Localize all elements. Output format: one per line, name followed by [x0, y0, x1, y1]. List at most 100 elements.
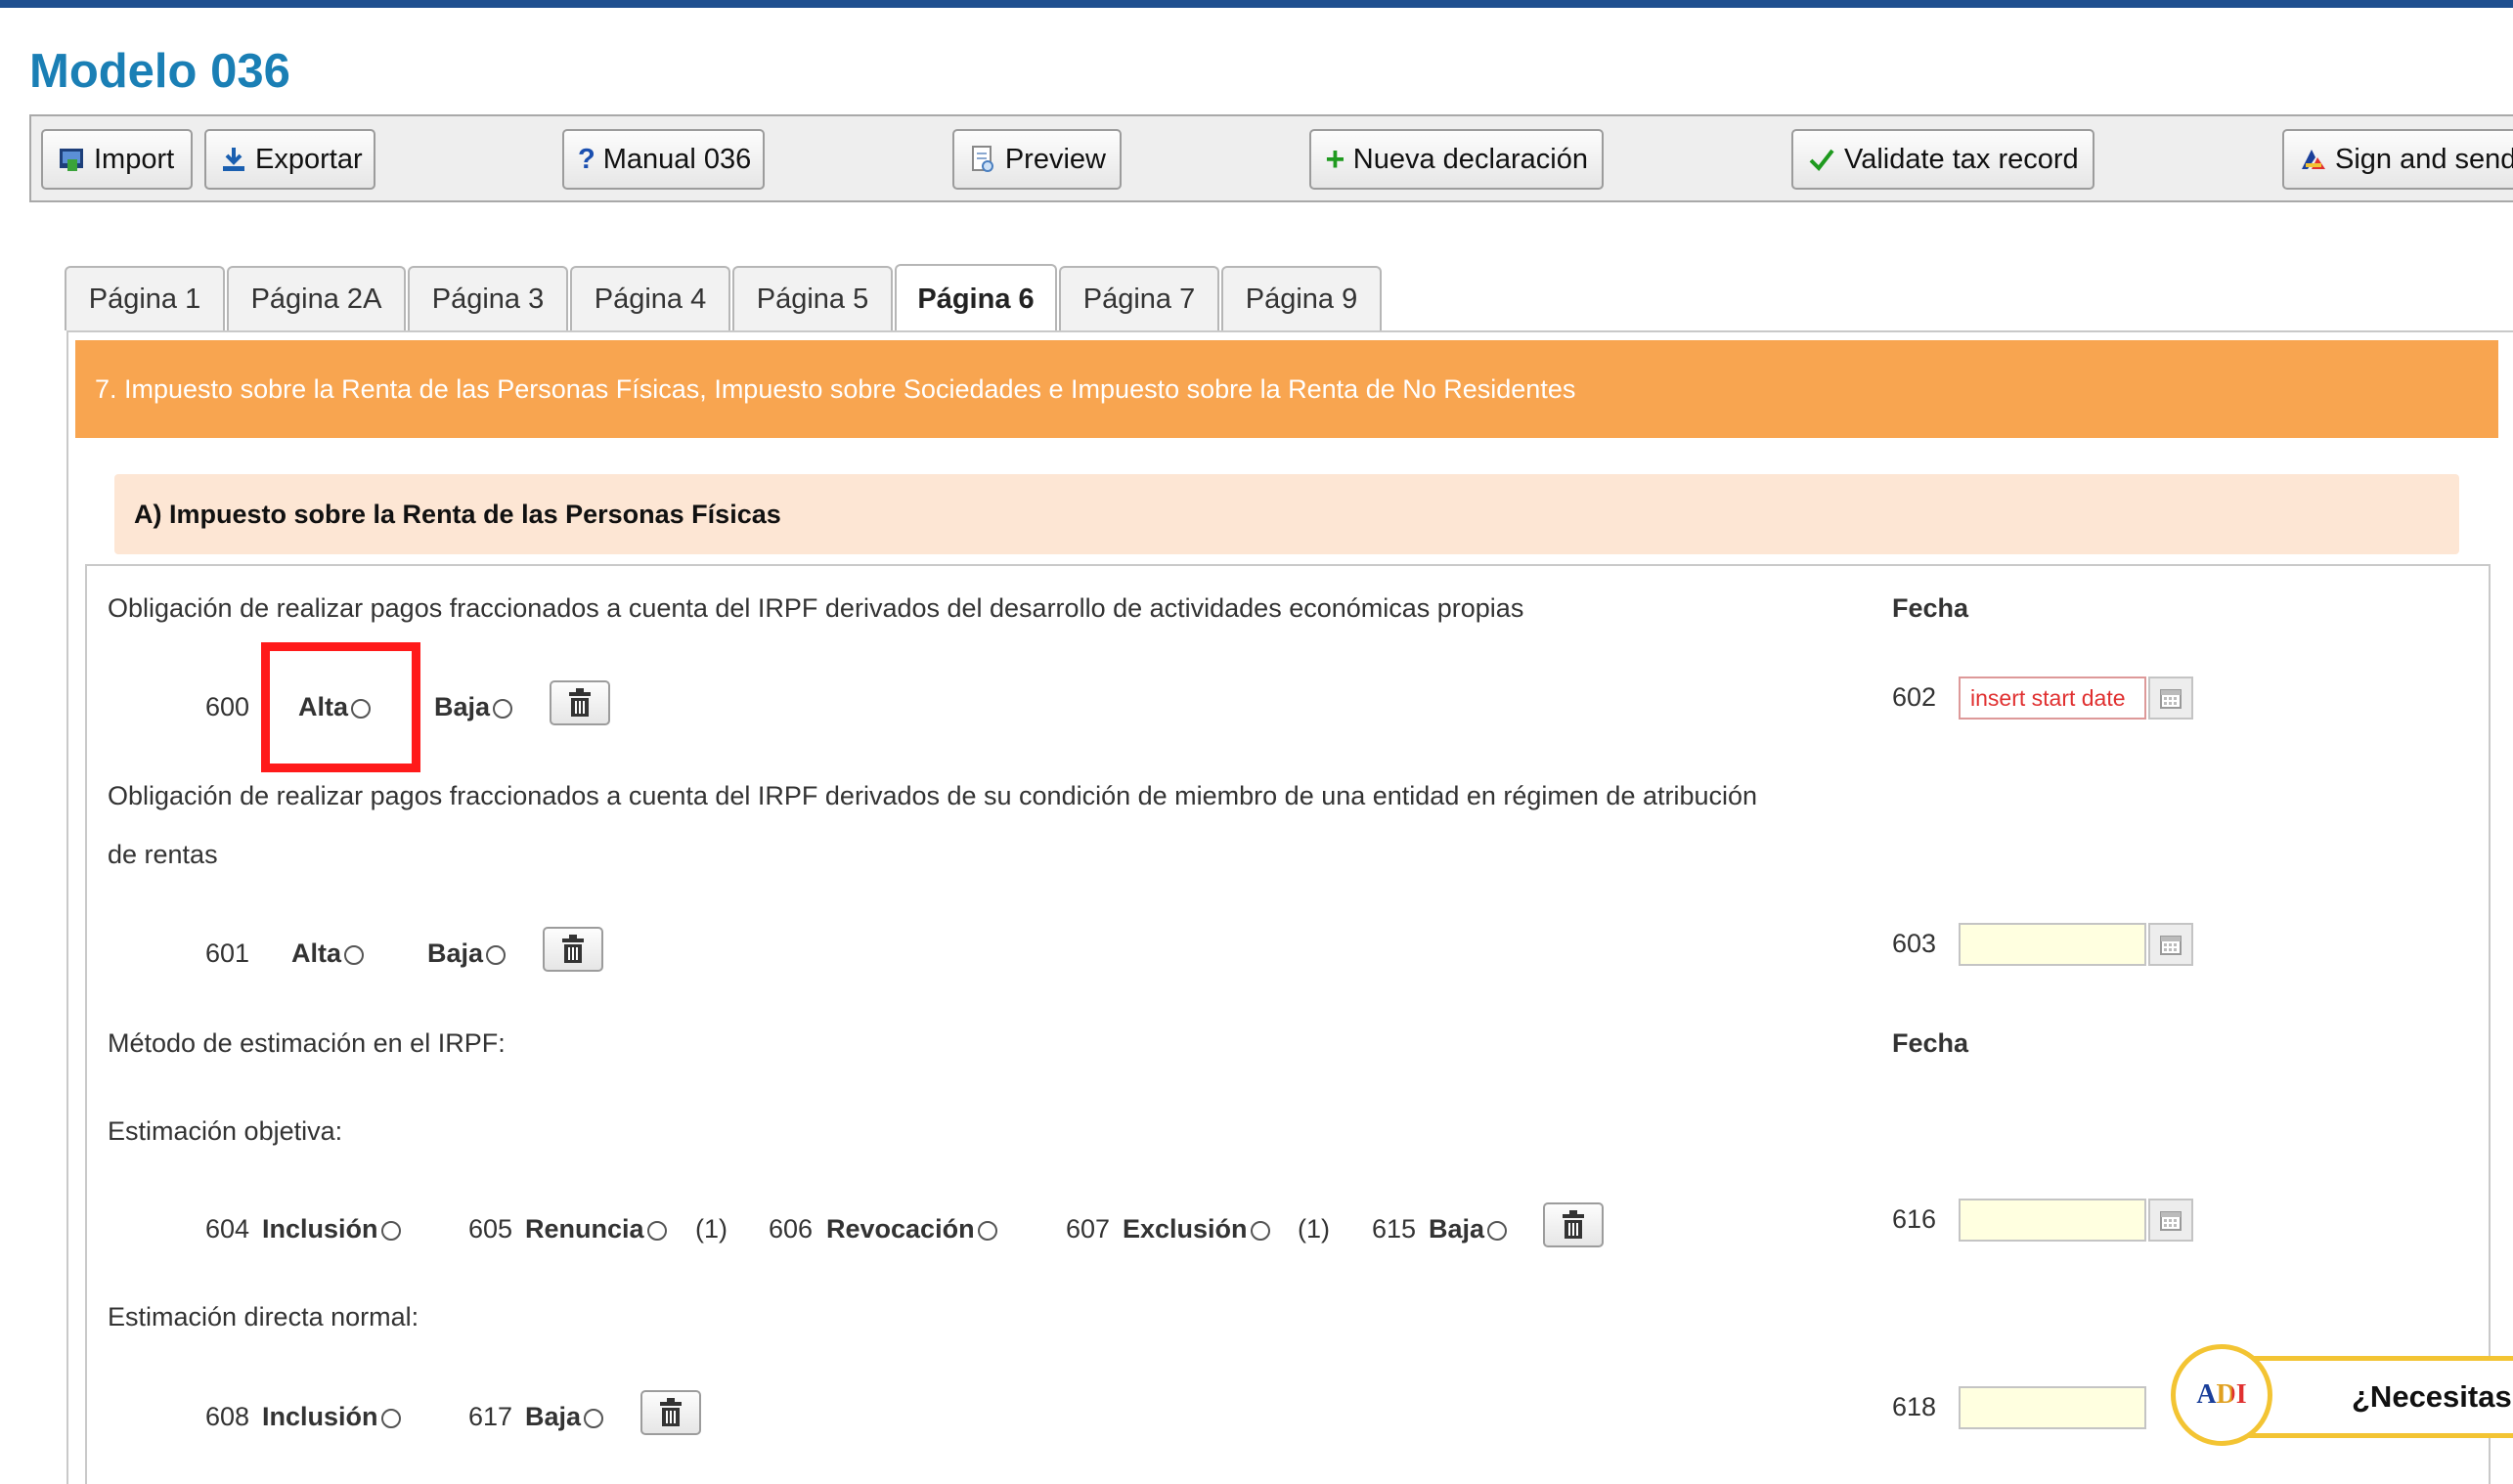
top-accent-bar — [0, 0, 2513, 8]
calendar-616-button[interactable] — [2148, 1199, 2193, 1242]
code-601: 601 — [205, 938, 250, 968]
calendar-602-button[interactable] — [2148, 677, 2193, 720]
inclusion-608-radio[interactable] — [380, 1408, 401, 1428]
preview-button[interactable]: Preview — [952, 129, 1122, 190]
code-608: 608 — [205, 1402, 250, 1431]
tab-pagina-5[interactable]: Página 5 — [732, 266, 893, 330]
obligation-2-text-line2: de rentas — [108, 840, 218, 869]
inclusion-label: Inclusión — [262, 1214, 378, 1244]
baja-615-radio[interactable] — [1487, 1220, 1508, 1241]
clear-608-617-button[interactable] — [640, 1390, 701, 1435]
code-602: 602 — [1892, 682, 1937, 712]
clear-601-button[interactable] — [543, 927, 603, 972]
calendar-icon — [2160, 1211, 2182, 1231]
clear-600-button[interactable] — [550, 680, 610, 725]
code-616: 616 — [1892, 1204, 1937, 1234]
export-button[interactable]: Exportar — [204, 129, 375, 190]
baja-label: Baja — [427, 938, 484, 968]
tab-pagina-6[interactable]: Página 6 — [895, 264, 1057, 332]
manual-button[interactable]: ? Manual 036 — [562, 129, 765, 190]
trash-icon — [562, 935, 584, 963]
fecha-label-1: Fecha — [1892, 593, 1969, 623]
trash-icon — [660, 1398, 682, 1426]
calendar-603-button[interactable] — [2148, 923, 2193, 966]
validate-button[interactable]: Validate tax record — [1791, 129, 2094, 190]
preview-document-icon — [968, 145, 997, 174]
date-602-input[interactable]: insert start date — [1959, 677, 2146, 720]
date-603-input[interactable] — [1959, 923, 2146, 966]
validate-label: Validate tax record — [1844, 143, 2079, 175]
code-606: 606 — [769, 1214, 814, 1244]
note-605: (1) — [695, 1214, 727, 1244]
inclusion-608[interactable]: Inclusión — [262, 1402, 401, 1432]
exclusion-607[interactable]: Exclusión — [1123, 1214, 1270, 1244]
baja-617[interactable]: Baja — [525, 1402, 604, 1432]
plus-icon: + — [1325, 140, 1345, 178]
renuncia-605-radio[interactable] — [646, 1220, 667, 1241]
tab-pagina-9[interactable]: Página 9 — [1221, 266, 1382, 330]
tab-pagina-4[interactable]: Página 4 — [570, 266, 730, 330]
adi-assistant-icon[interactable]: ADI — [2171, 1344, 2272, 1446]
trash-icon — [1563, 1210, 1584, 1239]
baja-label: Baja — [434, 692, 491, 721]
tab-pagina-2a[interactable]: Página 2A — [227, 266, 406, 330]
section-header: 7. Impuesto sobre la Renta de las Person… — [75, 340, 2498, 438]
import-icon — [57, 145, 86, 174]
sign-send-label: Sign and send — [2335, 143, 2513, 175]
revocacion-606-radio[interactable] — [977, 1220, 997, 1241]
alta-label: Alta — [291, 938, 342, 968]
clear-604-615-button[interactable] — [1543, 1202, 1604, 1247]
toolbar — [29, 114, 2513, 202]
tab-pagina-7[interactable]: Página 7 — [1059, 266, 1219, 330]
sign-send-button[interactable]: Sign and send — [2282, 129, 2513, 190]
new-declaration-label: Nueva declaración — [1352, 143, 1588, 175]
exclusion-607-radio[interactable] — [1250, 1220, 1270, 1241]
alta-601-radio[interactable] — [344, 944, 365, 965]
alta-601[interactable]: Alta — [291, 938, 365, 969]
obligation-2-text-line1: Obligación de realizar pagos fraccionado… — [108, 781, 1758, 810]
inclusion-label: Inclusión — [262, 1402, 378, 1431]
export-label: Exportar — [255, 143, 363, 175]
code-603: 603 — [1892, 929, 1937, 958]
revocacion-606[interactable]: Revocación — [826, 1214, 997, 1244]
date-616-input[interactable] — [1959, 1199, 2146, 1242]
date-618-input[interactable] — [1959, 1386, 2146, 1429]
baja-label: Baja — [525, 1402, 582, 1431]
note-607: (1) — [1298, 1214, 1330, 1244]
code-617: 617 — [468, 1402, 513, 1431]
inclusion-604-radio[interactable] — [380, 1220, 401, 1241]
exclusion-label: Exclusión — [1123, 1214, 1248, 1244]
subsection-header: A) Impuesto sobre la Renta de las Person… — [114, 474, 2459, 554]
preview-label: Preview — [1004, 143, 1106, 175]
date-602-placeholder: insert start date — [1970, 684, 2126, 711]
code-615: 615 — [1372, 1214, 1417, 1244]
renuncia-605[interactable]: Renuncia — [525, 1214, 667, 1244]
import-label: Import — [94, 143, 175, 175]
baja-600[interactable]: Baja — [434, 692, 513, 722]
code-600: 600 — [205, 692, 250, 721]
help-question-icon: ? — [578, 143, 595, 175]
page-title: Modelo 036 — [29, 45, 290, 98]
agency-logo-icon — [2298, 145, 2327, 174]
help-widget[interactable]: ¿Necesitas ayuda? ADI — [2171, 1344, 2513, 1450]
calendar-icon — [2160, 689, 2182, 709]
baja-600-radio[interactable] — [493, 698, 513, 719]
import-button[interactable]: Import — [41, 129, 193, 190]
highlight-box — [261, 642, 420, 772]
baja-601-radio[interactable] — [486, 944, 507, 965]
baja-label: Baja — [1429, 1214, 1485, 1244]
adi-logo-text: ADI — [2196, 1379, 2247, 1410]
inclusion-604[interactable]: Inclusión — [262, 1214, 401, 1244]
directa-label: Estimación directa normal: — [108, 1302, 419, 1331]
baja-615[interactable]: Baja — [1429, 1214, 1508, 1244]
code-605: 605 — [468, 1214, 513, 1244]
tab-pagina-1[interactable]: Página 1 — [65, 266, 225, 330]
calendar-icon — [2160, 936, 2182, 955]
baja-601[interactable]: Baja — [427, 938, 507, 969]
manual-label: Manual 036 — [602, 143, 752, 175]
obligation-1-text: Obligación de realizar pagos fraccionado… — [108, 593, 1524, 623]
new-declaration-button[interactable]: + Nueva declaración — [1309, 129, 1604, 190]
tab-pagina-3[interactable]: Página 3 — [408, 266, 568, 330]
baja-617-radio[interactable] — [584, 1408, 604, 1428]
objetiva-label: Estimación objetiva: — [108, 1116, 343, 1146]
